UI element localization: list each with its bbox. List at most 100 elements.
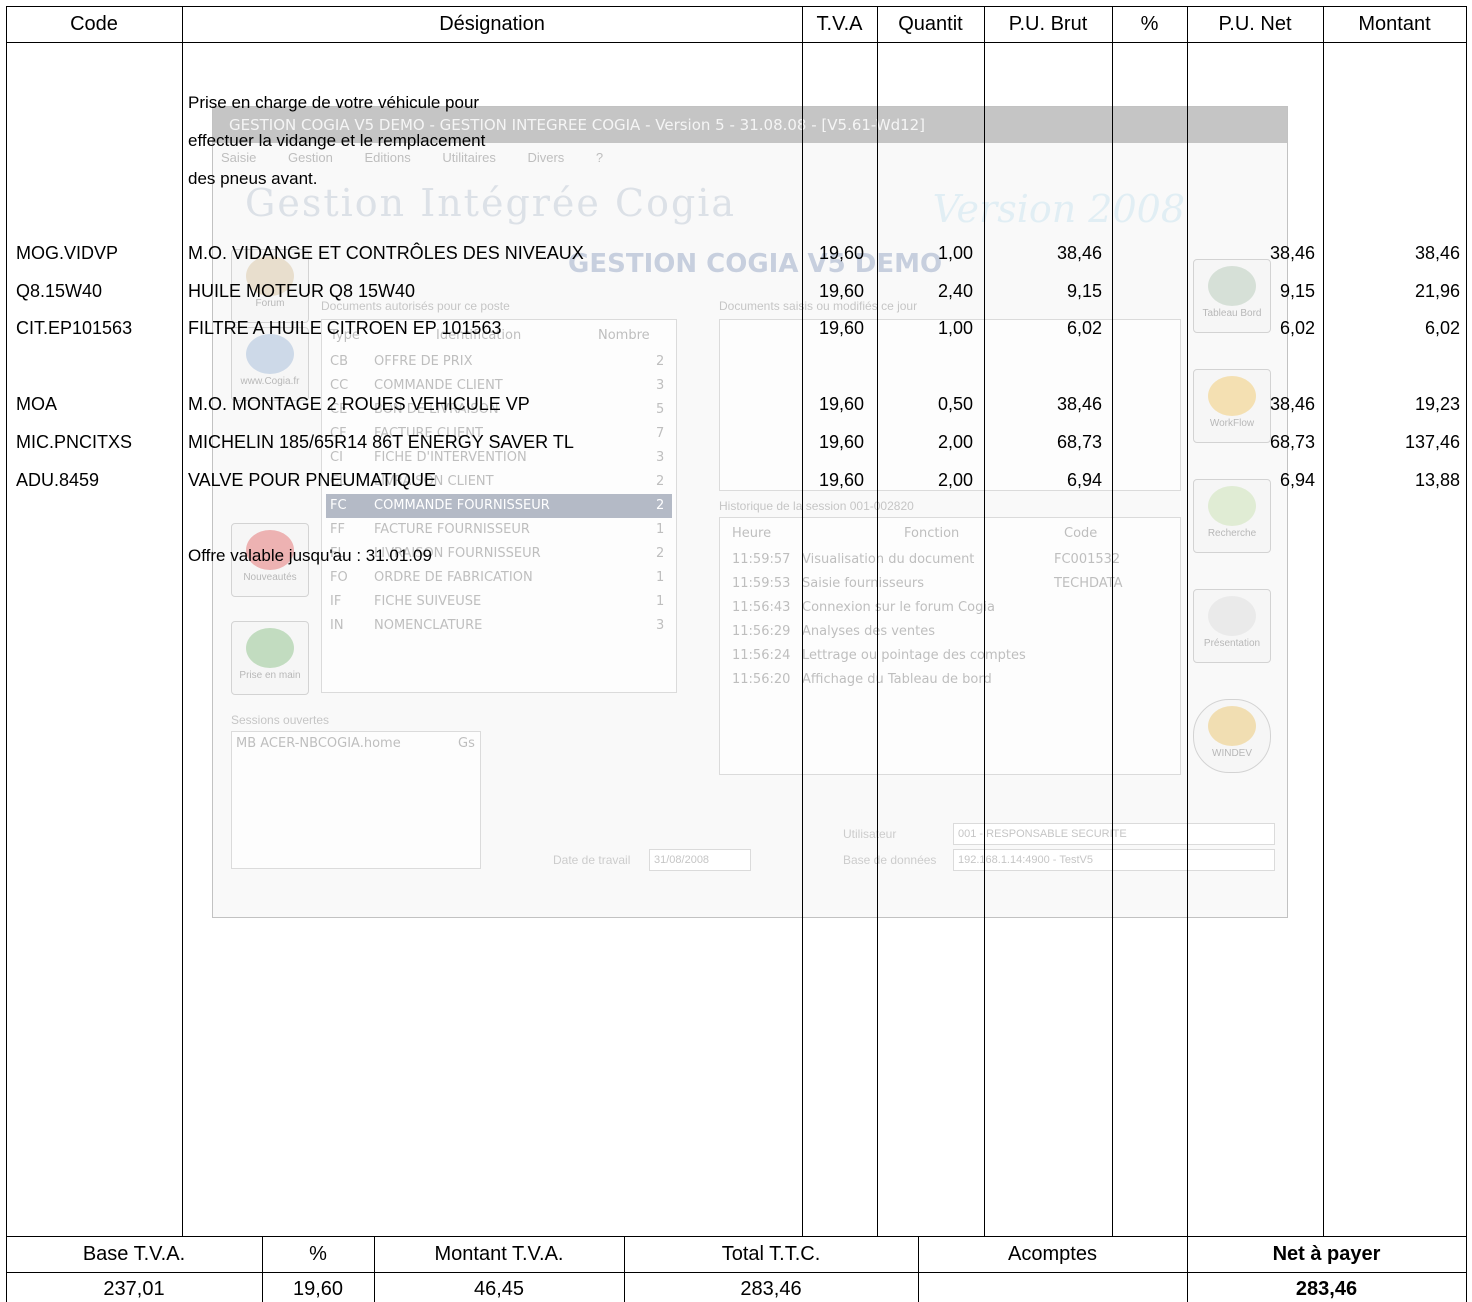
cell-designation: FILTRE A HUILE CITROEN EP 101563 (188, 318, 502, 338)
cell-montant: 21,96 (1414, 281, 1460, 301)
doc-row: IF FICHE SUIVEUSE 1 (330, 594, 665, 609)
cell-code: ADU.8459 (16, 470, 100, 490)
date-label: Date de travail (553, 853, 631, 867)
cell-tva: 19,60 (818, 318, 864, 338)
cell-pu-net: 6,94 (1279, 470, 1315, 490)
cell-designation: VALVE POUR PNEUMATIQUE (188, 470, 437, 490)
col-divider (182, 6, 183, 1236)
footer-value-acomptes (918, 1276, 1187, 1302)
header-pu-net: P.U. Net (1218, 13, 1292, 35)
cell-qte: 1,00 (937, 243, 973, 263)
table-right-border (1466, 6, 1467, 1302)
menu-item: ? (595, 150, 604, 165)
cell-pu-brut: 9,15 (1066, 281, 1102, 301)
history-row: 11:56:24 Lettrage ou pointage des comptes (732, 648, 1026, 663)
footer-value-net: 283,46 (1295, 1278, 1358, 1300)
date-field: 31/08/2008 (649, 849, 751, 871)
footer-header-base: Base T.V.A. (82, 1243, 186, 1265)
intro-line: des pneus avant. (188, 169, 318, 188)
cell-tva: 19,60 (818, 432, 864, 452)
cell-qte: 2,00 (937, 470, 973, 490)
cell-tva: 19,60 (818, 243, 864, 263)
cell-qte: 2,40 (937, 281, 973, 301)
cell-pu-brut: 68,73 (1056, 432, 1102, 452)
cell-designation: HUILE MOTEUR Q8 15W40 (188, 281, 416, 301)
col-divider (802, 6, 803, 1236)
cell-qte: 0,50 (937, 394, 973, 414)
doc-row: FF FACTURE FOURNISSEUR 1 (330, 522, 665, 537)
footer-value-montant-tva: 46,45 (473, 1278, 525, 1300)
docs-panel: Type Identification Nombre CB OFFRE DE PRIX… (321, 319, 677, 693)
doc-row: IN NOMENCLATURE 3 (330, 618, 665, 633)
doc-row: FO ORDRE DE FABRICATION 1 (330, 570, 665, 585)
cell-qte: 1,00 (937, 318, 973, 338)
header-pu-brut: P.U. Brut (1008, 13, 1088, 35)
footer-value-total-ttc: 283,46 (740, 1278, 802, 1300)
doc-row-selected: FC COMMANDE FOURNISSEUR 2 (326, 494, 672, 518)
header-bottom-border (6, 42, 1466, 43)
presentation-icon: Présentation (1193, 589, 1271, 663)
cell-pu-net: 38,46 (1269, 243, 1315, 263)
header-quantite: Quantit (898, 13, 963, 35)
header-tva: T.V.A (816, 13, 863, 35)
banner-title: Gestion Intégrée Cogia (245, 181, 737, 225)
cell-pu-brut: 38,46 (1056, 394, 1102, 414)
cell-tva: 19,60 (818, 470, 864, 490)
db-label: Base de données (843, 853, 937, 867)
col-divider (984, 6, 985, 1236)
footer-header-acomptes: Acomptes (1008, 1243, 1097, 1265)
col-divider (1323, 6, 1324, 1236)
cell-pu-net: 68,73 (1269, 432, 1315, 452)
cell-code: MOG.VIDVP (16, 243, 119, 263)
footer-header-net: Net à payer (1272, 1243, 1381, 1265)
cell-montant: 137,46 (1404, 432, 1460, 452)
cell-designation: M.O. VIDANGE ET CONTRÔLES DES NIVEAUX (188, 243, 584, 263)
cell-pu-brut: 6,02 (1066, 318, 1102, 338)
history-row: 11:59:53 Saisie fournisseurs TECHDATA (732, 576, 1123, 591)
cell-code: MIC.PNCITXS (16, 432, 133, 452)
history-row: 11:56:29 Analyses des ventes (732, 624, 936, 639)
cell-code: CIT.EP101563 (16, 318, 133, 338)
doc-row: CB OFFRE DE PRIX 2 (330, 354, 665, 369)
cell-pu-net: 6,02 (1279, 318, 1315, 338)
user-label: Utilisateur (843, 827, 897, 841)
cell-tva: 19,60 (818, 281, 864, 301)
header-designation: Désignation (439, 13, 545, 35)
app-window: GESTION COGIA V5 DEMO - GESTION INTEGREE… (212, 106, 1288, 918)
intro-line: effectuer la vidange et le remplacement (188, 131, 486, 150)
footer-header-total-ttc: Total T.T.C. (721, 1243, 821, 1265)
footer-header-montant-tva: Montant T.V.A. (434, 1243, 564, 1265)
sessions-panel: MB ACER-NBCOGIA.home Gs (231, 731, 481, 869)
header-code: Code (70, 13, 118, 35)
history-row: 11:56:20 Affichage du Tableau de bord (732, 672, 992, 687)
user-field: 001 - RESPONSABLE SECURITE (953, 823, 1275, 845)
body-bottom-border (6, 1236, 1466, 1237)
footer-mid-border (6, 1272, 1466, 1273)
history-row: 11:56:43 Connexion sur le forum Cogia (732, 600, 995, 615)
cell-designation: M.O. MONTAGE 2 ROUES VEHICULE VP (188, 394, 530, 414)
banner-version: Version 2008 (932, 187, 1185, 231)
history-row: 11:59:57 Visualisation du document FC00153… (732, 552, 1121, 567)
windev-logo-icon: WINDEV (1193, 699, 1271, 773)
col-divider (1112, 6, 1113, 1236)
menu-item: Divers (527, 150, 565, 165)
cell-code: Q8.15W40 (16, 281, 103, 301)
cell-pu-brut: 6,94 (1066, 470, 1102, 490)
footer-value-pct: 19,60 (292, 1278, 344, 1300)
offer-validity: Offre valable jusqu'au : 31.01.09 (188, 546, 432, 565)
col-divider (877, 6, 878, 1236)
cell-montant: 38,46 (1414, 243, 1460, 263)
cell-pu-net: 38,46 (1269, 394, 1315, 414)
cell-montant: 19,23 (1414, 394, 1460, 414)
footer-value-base: 237,01 (103, 1278, 165, 1300)
cell-pu-brut: 38,46 (1056, 243, 1102, 263)
start-icon: Prise en main (231, 621, 309, 695)
cell-qte: 2,00 (937, 432, 973, 452)
cell-pu-net: 9,15 (1279, 281, 1315, 301)
header-montant: Montant (1358, 13, 1431, 35)
cell-tva: 19,60 (818, 394, 864, 414)
cell-montant: 13,88 (1414, 470, 1460, 490)
background-screenshot: GESTION COGIA V5 DEMO - GESTION INTEGREE… (212, 106, 1288, 918)
history-title: Historique de la session 001-002820 (719, 499, 914, 513)
col-divider (1187, 6, 1188, 1236)
